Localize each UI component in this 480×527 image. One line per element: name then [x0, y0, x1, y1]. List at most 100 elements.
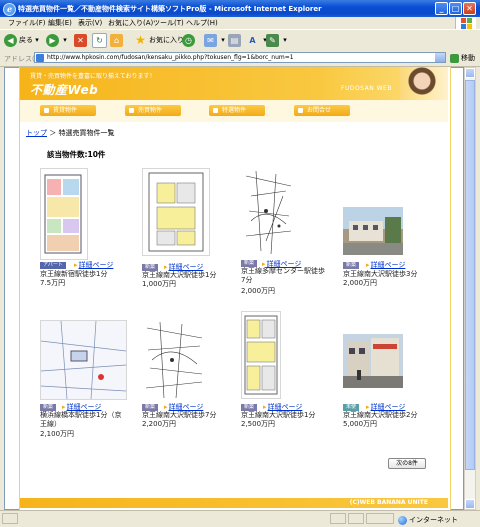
mail-button[interactable]: ✉ ▾: [204, 33, 225, 48]
listing-price: 5,000万円: [343, 420, 378, 428]
back-button[interactable]: ◀ 戻る ▾: [4, 33, 39, 48]
address-url: http://www.hpkosin.com/fudosan/kensaku_p…: [47, 54, 294, 61]
listing-tag: 新築: [142, 264, 159, 271]
listing-price: 2,100万円: [40, 430, 75, 438]
go-button[interactable]: 移動: [450, 53, 475, 63]
vertical-scrollbar[interactable]: [464, 67, 476, 510]
menu-favorites[interactable]: お気に入り(A): [108, 18, 153, 28]
menu-help[interactable]: ヘルプ(H): [186, 18, 218, 28]
breadcrumb-current: 特選売買物件一覧: [58, 129, 115, 137]
listing-thumbnail[interactable]: [343, 334, 403, 388]
nav-contact[interactable]: お問合せ: [294, 105, 350, 116]
status-section: [348, 513, 364, 524]
window-title: 特選売買物件一覧／不動産物件検索サイト構築ソフトPro版 - Microsoft…: [18, 5, 322, 13]
forward-arrow-icon: ▶: [46, 33, 59, 47]
listing-tag: 新築: [142, 404, 159, 411]
site-header: 賃貸・売買物件を豊富に取り揃えております！ 不動産Web FUDOSAN WEB: [20, 67, 448, 100]
listing-thumbnail[interactable]: [241, 166, 296, 258]
listing-price: 2,000万円: [343, 279, 378, 287]
scroll-down-icon[interactable]: [465, 499, 475, 509]
listing-price: 7.5万円: [40, 279, 66, 287]
listing-line: 京王線南大沢駅徒歩1分: [241, 411, 316, 419]
messenger-button[interactable]: ✎ ▾: [266, 33, 287, 48]
site-brand: FUDOSAN WEB: [341, 85, 392, 92]
listing-tag: アパート: [40, 262, 66, 269]
printer-icon: ▤: [228, 33, 241, 47]
copyright: (C)WEB BANANA UNITE: [349, 499, 428, 506]
site-catchphrase: 賃貸・売買物件を豊富に取り揃えております！: [30, 73, 156, 80]
listing-line: 京王線新宿駅徒歩1分: [40, 270, 108, 278]
detail-link[interactable]: 詳細ページ: [74, 260, 114, 270]
listing-tag: 未使: [343, 404, 360, 411]
listing-line: 京王線南大沢駅徒歩2分: [343, 411, 418, 419]
status-page-icon: [2, 513, 18, 524]
favorites-button[interactable]: ★ お気に入り: [134, 33, 184, 48]
go-arrow-icon: [450, 53, 459, 63]
minimize-button[interactable]: _: [435, 2, 448, 15]
detail-link[interactable]: 詳細ページ: [366, 260, 406, 270]
status-bar: インターネット: [0, 510, 480, 527]
listing-line: 横浜線橋本駅徒歩1分（京王線）: [40, 411, 122, 428]
globe-icon: [398, 515, 407, 525]
listing-thumbnail[interactable]: [142, 320, 207, 400]
site-logo[interactable]: 不動産Web: [30, 81, 98, 98]
go-label: 移動: [461, 54, 475, 62]
toolbar: ◀ 戻る ▾ ▶ ▾ ✕ ↻ ⌂ ★ お気に入り ◷ ✉ ▾ ▤ A ▾ ✎ ▾: [0, 29, 480, 52]
font-size-icon: A: [249, 35, 256, 45]
listing-thumbnail[interactable]: [343, 207, 403, 255]
back-label: 戻る: [19, 36, 33, 44]
listing-line: 京王線南大沢駅徒歩3分: [343, 270, 418, 278]
listing-thumbnail[interactable]: [241, 311, 281, 399]
nav-sale[interactable]: 売買物件: [125, 105, 181, 116]
menu-file[interactable]: ファイル(F): [8, 18, 46, 28]
listing-tag: 新築: [241, 404, 258, 411]
listing-thumbnail[interactable]: [40, 320, 127, 400]
messenger-icon: ✎: [266, 33, 279, 47]
breadcrumb: トップ ＞ 特選売買物件一覧: [26, 128, 114, 138]
status-section: [330, 513, 346, 524]
menu-bar: ファイル(F) 編集(E) 表示(V) お気に入り(A) ツール(T) ヘルプ(…: [0, 17, 480, 29]
history-button[interactable]: ◷: [182, 33, 197, 48]
address-input[interactable]: http://www.hpkosin.com/fudosan/kensaku_p…: [34, 52, 446, 63]
forward-button[interactable]: ▶ ▾: [46, 33, 67, 48]
home-button[interactable]: ⌂: [110, 33, 125, 48]
listing-tag: 新築: [40, 404, 57, 411]
title-bar: e 特選売買物件一覧／不動産物件検索サイト構築ソフトPro版 - Microso…: [0, 0, 480, 17]
menu-view[interactable]: 表示(V): [78, 18, 102, 28]
favorites-label: お気に入り: [149, 36, 184, 44]
internet-zone: インターネット: [398, 515, 458, 525]
listing-price: 2,200万円: [142, 420, 177, 428]
zone-label: インターネット: [409, 516, 458, 524]
scroll-up-icon[interactable]: [465, 68, 475, 78]
site-footer: (C)WEB BANANA UNITE: [20, 498, 448, 508]
listing-line: 京王線多摩センター駅徒歩7分: [241, 267, 325, 284]
address-dropdown-icon[interactable]: [435, 53, 445, 62]
breadcrumb-home[interactable]: トップ: [26, 129, 47, 137]
listing-thumbnail[interactable]: [142, 168, 210, 256]
close-button[interactable]: ✕: [463, 2, 476, 15]
history-icon: ◷: [182, 33, 195, 47]
refresh-button[interactable]: ↻: [92, 33, 109, 48]
status-section: [366, 513, 394, 524]
next-page-button[interactable]: 次の8件: [388, 458, 426, 469]
menu-tools[interactable]: ツール(T): [153, 18, 184, 28]
listing-line: 京王線南大沢駅徒歩1分: [142, 271, 217, 279]
nav-special[interactable]: 特選物件: [209, 105, 265, 116]
print-button[interactable]: ▤: [228, 33, 243, 48]
nav-bar: 賃貸物件 売買物件 特選物件 お問合せ: [20, 100, 448, 122]
listing-price: 2,000万円: [241, 287, 276, 295]
scroll-thumb[interactable]: [465, 80, 475, 470]
listing-price: 1,000万円: [142, 280, 177, 288]
font-button[interactable]: A ▾: [246, 33, 266, 48]
mail-icon: ✉: [204, 33, 217, 47]
breadcrumb-separator: ＞: [49, 129, 57, 137]
listing-thumbnail[interactable]: [40, 168, 88, 260]
maximize-button[interactable]: □: [449, 2, 462, 15]
stop-button[interactable]: ✕: [74, 33, 89, 48]
header-photo: [400, 67, 448, 100]
stop-icon: ✕: [74, 33, 87, 47]
menu-edit[interactable]: 編集(E): [48, 18, 72, 28]
star-icon: ★: [135, 32, 146, 47]
listing-price: 2,500万円: [241, 420, 276, 428]
nav-rental[interactable]: 賃貸物件: [40, 105, 96, 116]
